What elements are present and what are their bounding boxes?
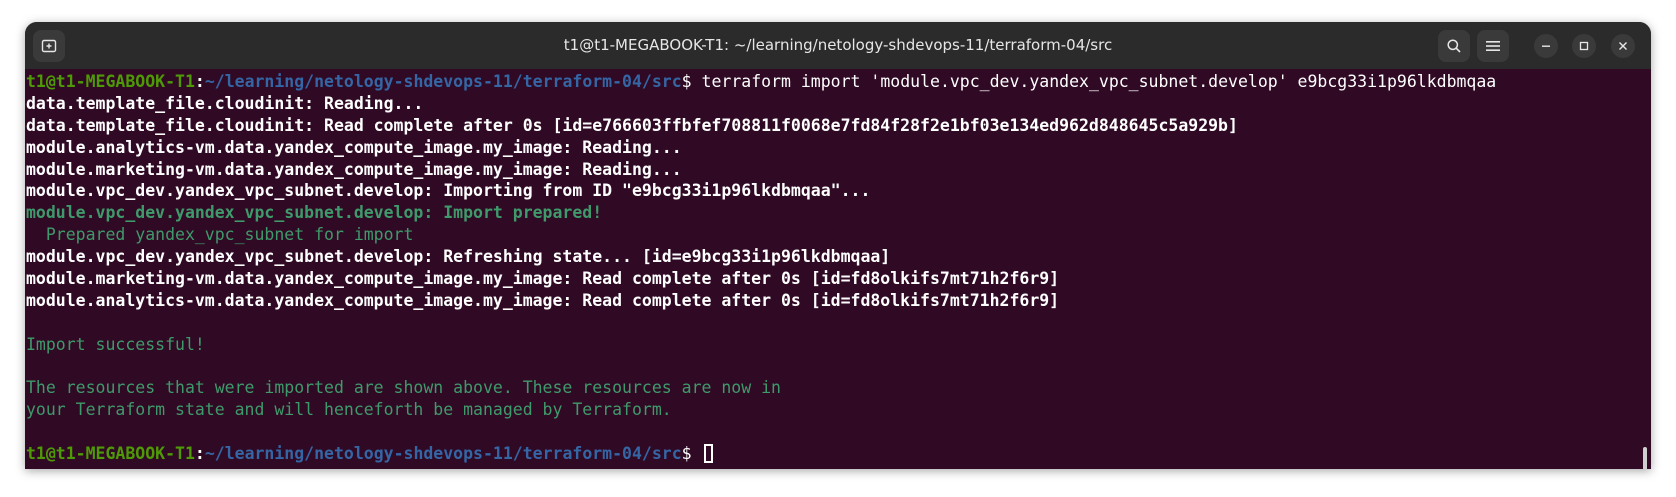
maximize-button[interactable] <box>1572 34 1596 58</box>
prompt-path: ~/learning/netology-shdevops-11/terrafor… <box>204 444 682 464</box>
maximize-icon <box>1579 41 1589 51</box>
terminal-window: t1@t1-MEGABOOK-T1: ~/learning/netology-s… <box>25 22 1651 469</box>
current-prompt-line[interactable]: t1@t1-MEGABOOK-T1:~/learning/netology-sh… <box>26 443 1651 465</box>
command-line: t1@t1-MEGABOOK-T1:~/learning/netology-sh… <box>26 71 1651 93</box>
prompt-dollar: $ <box>681 444 702 464</box>
output-line: module.marketing-vm.data.yandex_compute_… <box>26 159 682 179</box>
prompt-path: ~/learning/netology-shdevops-11/terrafor… <box>204 72 682 91</box>
search-button[interactable] <box>1438 30 1470 62</box>
new-tab-button[interactable] <box>33 30 65 62</box>
window-title: t1@t1-MEGABOOK-T1: ~/learning/netology-s… <box>563 36 1113 54</box>
output-line-import-prepared: module.vpc_dev.yandex_vpc_subnet.develop… <box>26 203 603 223</box>
info-message-line: your Terraform state and will henceforth… <box>26 400 672 420</box>
new-tab-icon <box>41 39 57 53</box>
output-line: module.vpc_dev.yandex_vpc_subnet.develop… <box>26 181 871 201</box>
info-message-line: The resources that were imported are sho… <box>26 378 781 398</box>
hamburger-menu-icon <box>1486 41 1500 51</box>
output-line-prepared-note: Prepared yandex_vpc_subnet for import <box>26 225 414 245</box>
output-line: data.template_file.cloudinit: Read compl… <box>26 115 1238 135</box>
menu-button[interactable] <box>1477 30 1509 62</box>
close-button[interactable] <box>1611 34 1635 58</box>
terminal-output[interactable]: t1@t1-MEGABOOK-T1:~/learning/netology-sh… <box>25 69 1651 469</box>
search-icon <box>1447 39 1461 53</box>
output-line: module.vpc_dev.yandex_vpc_subnet.develop… <box>26 247 891 267</box>
prompt-dollar: $ <box>681 72 702 91</box>
import-success-message: Import successful! <box>26 334 205 354</box>
minimize-icon <box>1542 45 1550 47</box>
prompt-user-host: t1@t1-MEGABOOK-T1 <box>26 72 195 91</box>
text-cursor <box>703 444 713 464</box>
output-line: module.analytics-vm.data.yandex_compute_… <box>26 290 1060 310</box>
output-line: data.template_file.cloudinit: Reading... <box>26 93 424 113</box>
scrollbar-thumb[interactable] <box>1643 447 1647 469</box>
typed-command: terraform import 'module.vpc_dev.yandex_… <box>701 72 1497 91</box>
title-bar: t1@t1-MEGABOOK-T1: ~/learning/netology-s… <box>25 22 1651 69</box>
output-line: module.marketing-vm.data.yandex_compute_… <box>26 269 1060 289</box>
output-line: module.analytics-vm.data.yandex_compute_… <box>26 137 682 157</box>
prompt-colon: : <box>194 444 205 464</box>
minimize-button[interactable] <box>1534 34 1558 58</box>
prompt-colon: : <box>194 72 205 91</box>
prompt-user-host: t1@t1-MEGABOOK-T1 <box>26 444 195 464</box>
close-icon <box>1619 42 1627 50</box>
